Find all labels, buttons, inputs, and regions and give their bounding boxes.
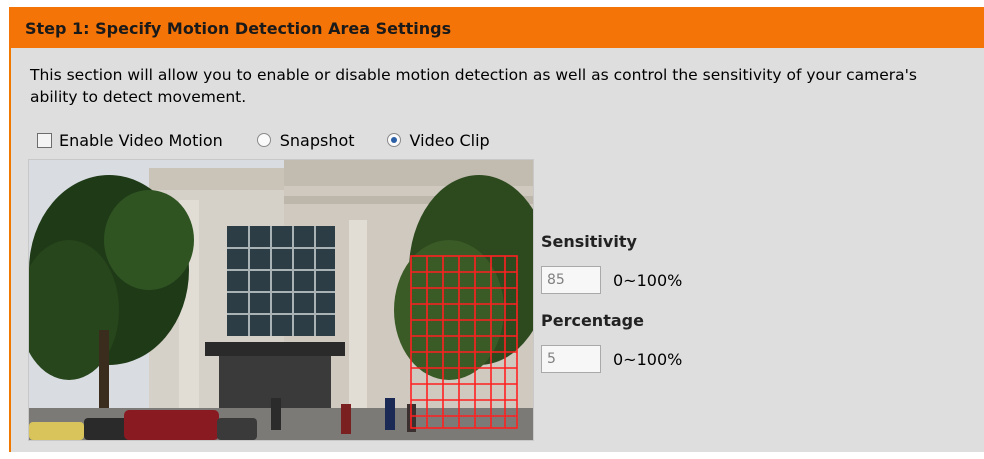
section-header: Step 1: Specify Motion Detection Area Se… — [9, 7, 984, 48]
camera-preview[interactable] — [28, 159, 534, 441]
percentage-range: 0~100% — [613, 350, 683, 369]
snapshot-label: Snapshot — [279, 130, 355, 150]
motion-options: Enable Video Motion Snapshot Video Clip — [37, 128, 490, 152]
enable-video-motion-checkbox[interactable] — [37, 132, 52, 148]
percentage-input[interactable]: 5 — [541, 345, 601, 373]
camera-image — [29, 160, 533, 440]
snapshot-radio[interactable] — [256, 133, 271, 147]
percentage-label: Percentage — [541, 311, 644, 330]
section-description: This section will allow you to enable or… — [30, 66, 918, 106]
section-title: Step 1: Specify Motion Detection Area Se… — [25, 19, 452, 38]
sensitivity-input[interactable]: 85 — [541, 266, 601, 294]
sensitivity-label: Sensitivity — [541, 232, 637, 251]
video-clip-label: Video Clip — [409, 130, 490, 150]
video-clip-radio[interactable] — [386, 133, 401, 147]
enable-video-motion-label: Enable Video Motion — [59, 130, 223, 150]
sensitivity-range: 0~100% — [613, 271, 683, 290]
